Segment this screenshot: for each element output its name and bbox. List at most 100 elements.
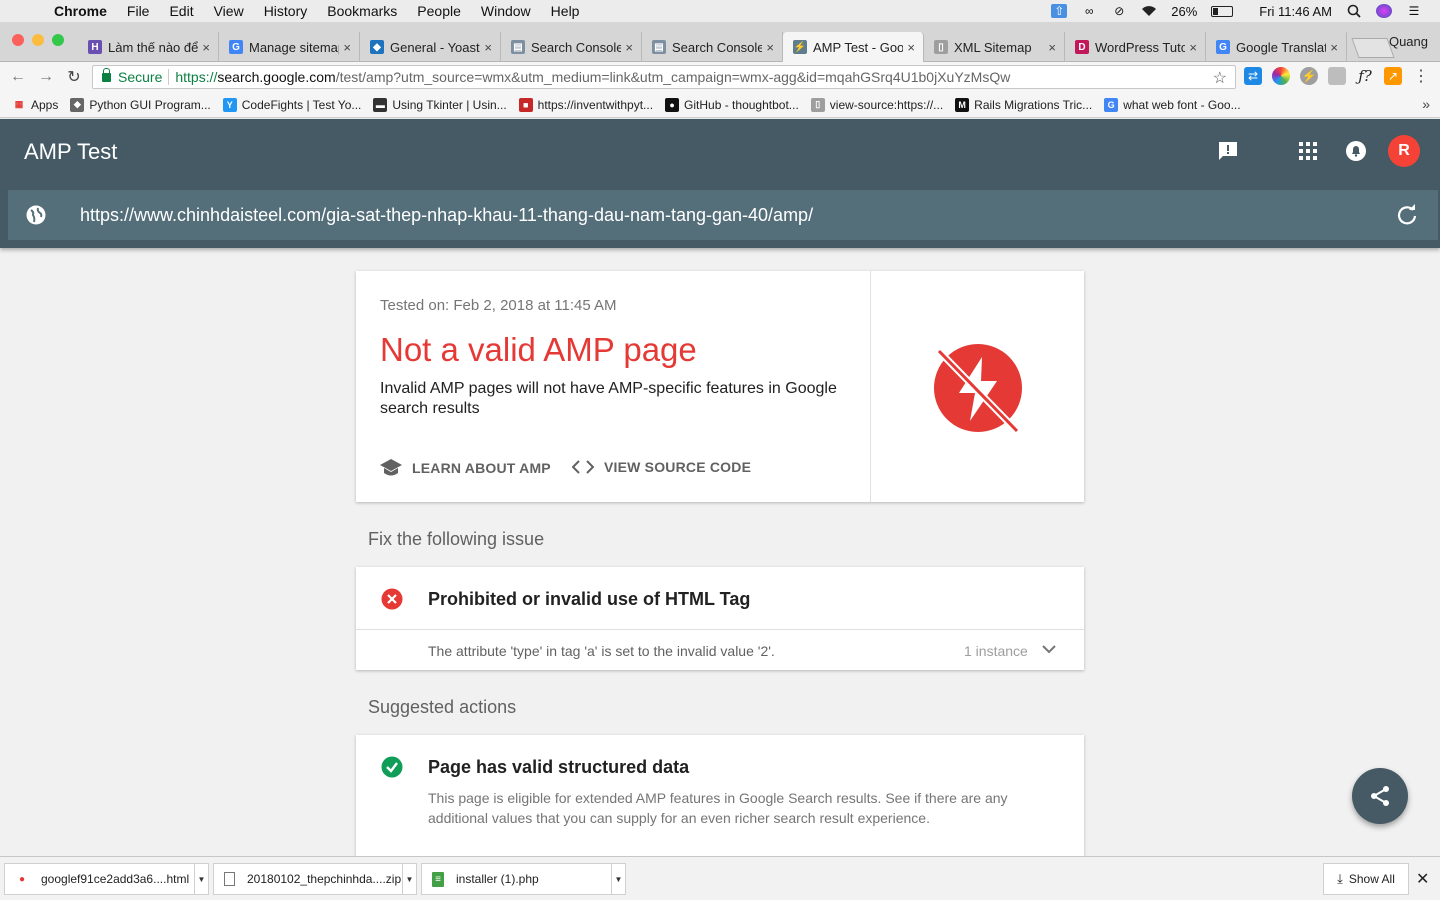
address-bar[interactable]: Secure https:// search.google.com /test/… (92, 65, 1236, 89)
browser-tab[interactable]: ⚡ AMP Test - Goo × (783, 32, 924, 62)
share-button[interactable] (1352, 768, 1408, 824)
tab-title: AMP Test - Goo (813, 39, 903, 55)
download-menu-caret-icon[interactable]: ▼ (402, 864, 416, 894)
bookmark-item[interactable]: Gwhat web font - Goo... (1104, 97, 1241, 112)
apps-grid-icon[interactable] (1296, 139, 1320, 163)
download-item[interactable]: ≡ installer (1).php ▼ (421, 863, 626, 895)
whatfont-extension-icon[interactable]: ƒ? (1356, 67, 1374, 85)
siri-icon[interactable] (1376, 4, 1392, 18)
close-tab-icon[interactable]: × (1326, 40, 1338, 55)
browser-tab[interactable]: ◆ General - Yoast × (360, 32, 501, 62)
wifi-icon[interactable] (1141, 4, 1157, 18)
issue-header[interactable]: Prohibited or invalid use of HTML Tag (356, 567, 1084, 630)
menu-file[interactable]: File (127, 3, 150, 19)
close-downloads-icon[interactable]: ✕ (1416, 869, 1429, 889)
browser-tab[interactable]: ▯ XML Sitemap × (924, 32, 1065, 62)
menu-history[interactable]: History (264, 3, 308, 19)
notifications-bell-icon[interactable] (1344, 139, 1368, 163)
upload-icon[interactable]: ⇧ (1051, 4, 1068, 18)
no-signal-icon[interactable]: ⊘ (1111, 4, 1127, 18)
back-arrow-icon[interactable]: ← (6, 68, 30, 86)
close-tab-icon[interactable]: × (339, 40, 351, 55)
close-window-button[interactable] (12, 34, 24, 46)
close-tab-icon[interactable]: × (621, 40, 633, 55)
close-tab-icon[interactable]: × (480, 40, 492, 55)
notification-center-icon[interactable]: ☰ (1406, 4, 1422, 18)
bookmark-item[interactable]: ▬ Using Tkinter | Usin... (373, 97, 507, 112)
download-menu-caret-icon[interactable]: ▼ (194, 864, 208, 894)
menu-bookmarks[interactable]: Bookmarks (327, 3, 397, 19)
menu-people[interactable]: People (417, 3, 461, 19)
close-tab-icon[interactable]: × (1185, 40, 1197, 55)
menu-app-name[interactable]: Chrome (54, 3, 107, 19)
feedback-icon[interactable] (1216, 139, 1240, 163)
bookmark-item[interactable]: ▯ view-source:https://... (810, 97, 943, 112)
php-file-icon: ≡ (432, 871, 444, 887)
zoom-window-button[interactable] (52, 34, 64, 46)
glasses-icon[interactable]: ∞ (1081, 4, 1097, 18)
forward-arrow-icon[interactable]: → (34, 68, 58, 86)
close-tab-icon[interactable]: × (762, 40, 774, 55)
browser-tab[interactable]: G Manage sitemap × (219, 32, 360, 62)
profile-name[interactable]: Quang (1389, 34, 1428, 49)
tested-url[interactable]: https://www.chinhdaisteel.com/gia-sat-th… (80, 205, 813, 226)
retest-refresh-icon[interactable] (1396, 204, 1418, 226)
bookmark-favicon-icon: Y (222, 97, 237, 112)
bookmark-label: CodeFights | Test Yo... (241, 97, 362, 112)
bookmark-item[interactable]: M Rails Migrations Tric... (955, 97, 1092, 112)
close-tab-icon[interactable]: × (198, 40, 210, 55)
download-filename: installer (1).php (456, 872, 539, 886)
browser-tab[interactable]: G Google Translat × (1206, 32, 1347, 62)
minimize-window-button[interactable] (32, 34, 44, 46)
analytics-extension-icon[interactable]: ↗ (1384, 67, 1402, 85)
tab-favicon-icon: ⚡ (793, 40, 807, 54)
spotlight-search-icon[interactable] (1346, 4, 1362, 18)
bookmark-item[interactable]: ■ https://inventwithpyt... (518, 97, 654, 112)
account-avatar[interactable]: R (1388, 135, 1420, 167)
error-icon (381, 588, 403, 610)
tab-title: WordPress Tuto (1095, 39, 1185, 55)
issues-heading: Fix the following issue (368, 529, 545, 549)
show-all-downloads-button[interactable]: ⤓ Show All (1323, 863, 1409, 895)
browser-tab[interactable]: D WordPress Tuto × (1065, 32, 1206, 62)
menu-help[interactable]: Help (551, 3, 580, 19)
battery-icon[interactable] (1211, 5, 1234, 17)
browser-tab[interactable]: ▤ Search Console × (642, 32, 783, 62)
issue-title: Prohibited or invalid use of HTML Tag (428, 589, 751, 609)
bookmark-item[interactable]: ◆ Python GUI Program... (70, 97, 211, 112)
amp-validator-extension-icon[interactable]: ⚡ (1300, 67, 1318, 85)
bookmark-star-icon[interactable]: ☆ (1213, 68, 1227, 88)
issue-instance-count[interactable]: 1 instance (964, 643, 1028, 659)
menu-window[interactable]: Window (481, 3, 531, 19)
download-menu-caret-icon[interactable]: ▼ (611, 864, 625, 894)
browser-tab[interactable]: H Làm thế nào để × (78, 32, 219, 62)
close-tab-icon[interactable]: × (1044, 40, 1056, 55)
close-tab-icon[interactable]: × (903, 40, 915, 55)
issue-card: Prohibited or invalid use of HTML Tag Th… (356, 567, 1084, 670)
color-picker-extension-icon[interactable] (1272, 67, 1290, 85)
menubar-clock[interactable]: Fri 11:46 AM (1259, 4, 1332, 19)
chevron-down-icon[interactable] (1042, 644, 1056, 654)
more-bookmarks-icon[interactable]: » (1422, 96, 1430, 112)
bookmark-item[interactable]: Y CodeFights | Test Yo... (222, 97, 362, 112)
learn-about-amp-button[interactable]: LEARN ABOUT AMP (380, 459, 551, 477)
bookmark-item[interactable]: ● GitHub - thoughtbot... (665, 97, 799, 112)
bookmark-label: https://inventwithpyt... (537, 97, 654, 112)
globe-icon (26, 205, 46, 225)
stack-extension-icon[interactable] (1328, 67, 1346, 85)
bookmark-favicon-icon: M (955, 97, 970, 112)
invalid-amp-icon (934, 344, 1022, 433)
download-item[interactable]: ● googlef91ce2add3a6....html ▼ (4, 863, 209, 895)
menu-view[interactable]: View (214, 3, 244, 19)
bookmark-item[interactable]: ▦ Apps (12, 98, 59, 112)
result-card: Tested on: Feb 2, 2018 at 11:45 AM Not a… (356, 271, 1084, 502)
chrome-menu-icon[interactable]: ⋮ (1412, 67, 1430, 85)
reload-icon[interactable]: ↻ (62, 67, 86, 87)
structured-data-card[interactable]: Page has valid structured data This page… (356, 735, 1084, 865)
view-source-code-button[interactable]: VIEW SOURCE CODE (572, 459, 751, 475)
download-item[interactable]: 20180102_thepchinhda....zip ▼ (213, 863, 417, 895)
chrome-file-icon: ● (18, 873, 26, 885)
menu-edit[interactable]: Edit (169, 3, 193, 19)
translate-extension-icon[interactable]: ⇄ (1244, 67, 1262, 85)
browser-tab[interactable]: ▤ Search Console × (501, 32, 642, 62)
